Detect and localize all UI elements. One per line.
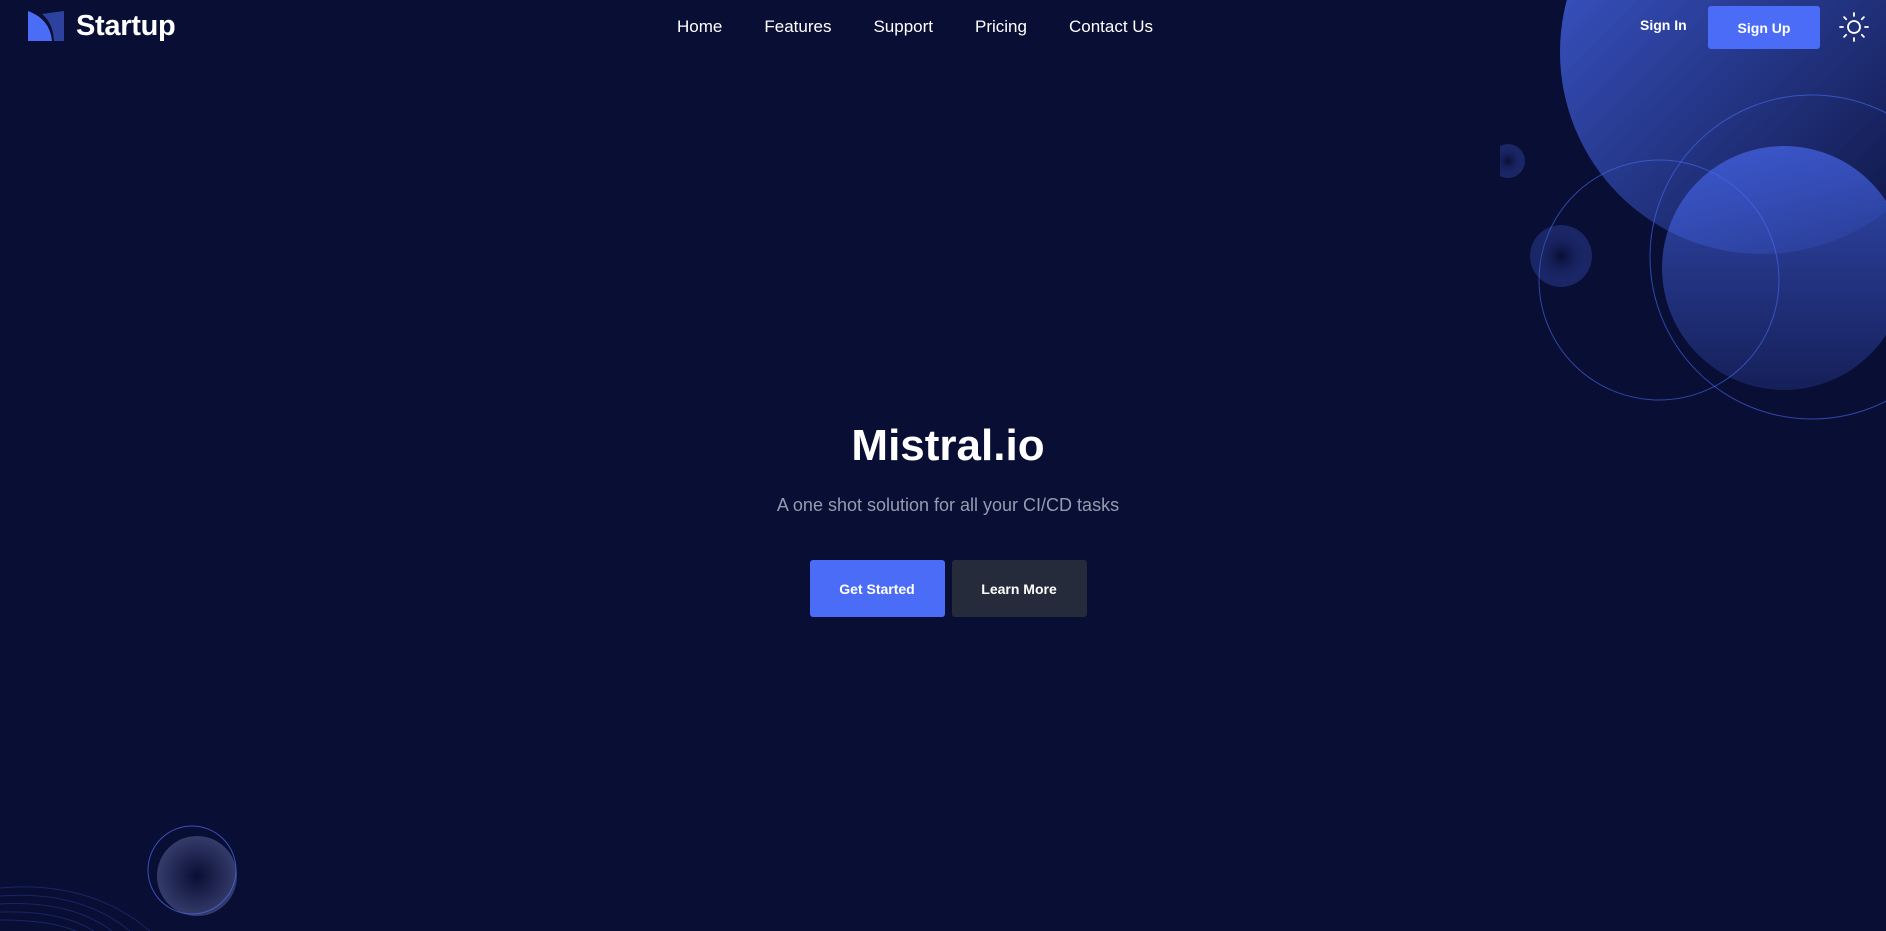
theme-toggle-button[interactable] — [1838, 11, 1870, 43]
decorative-circles-top-right — [1500, 0, 1886, 420]
hero-subtitle: A one shot solution for all your CI/CD t… — [776, 495, 1120, 515]
nav-item-contact-us[interactable]: Contact Us — [1069, 17, 1153, 37]
hero-title: Mistral.io — [851, 421, 1045, 470]
nav-item-pricing[interactable]: Pricing — [975, 17, 1027, 37]
site-header: Startup Home Features Support Pricing Co… — [0, 0, 1886, 54]
startup-logo-icon — [28, 11, 64, 41]
brand-name: Startup — [76, 9, 176, 42]
main-nav: Home Features Support Pricing Contact Us — [656, 0, 1174, 54]
brand-logo-link[interactable]: Startup — [28, 8, 176, 44]
sign-in-link[interactable]: Sign In — [1640, 17, 1687, 33]
hero-button-group: Get Started Learn More — [0, 560, 1886, 617]
nav-item-support[interactable]: Support — [873, 17, 933, 37]
sign-up-button[interactable]: Sign Up — [1708, 6, 1820, 49]
get-started-button[interactable]: Get Started — [809, 560, 945, 617]
decorative-shapes-bottom-left — [0, 825, 237, 931]
nav-item-home[interactable]: Home — [677, 17, 722, 37]
nav-item-features[interactable]: Features — [764, 17, 831, 37]
sun-icon — [1839, 12, 1869, 42]
hero-section: Mistral.io A one shot solution for all y… — [0, 412, 1886, 617]
learn-more-button[interactable]: Learn More — [951, 560, 1087, 617]
